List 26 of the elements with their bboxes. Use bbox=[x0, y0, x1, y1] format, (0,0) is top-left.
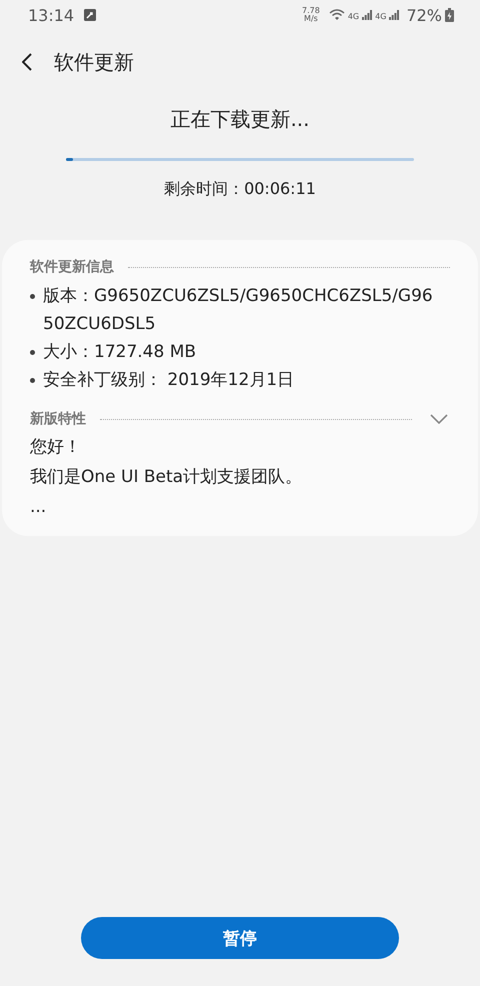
remaining-time: 剩余时间：00:06:11 bbox=[164, 179, 316, 200]
download-status: 正在下载更新... bbox=[170, 106, 310, 133]
page-title: 软件更新 bbox=[54, 48, 134, 76]
section-heading: 新版特性 bbox=[30, 410, 86, 428]
bullet-icon bbox=[30, 378, 35, 383]
info-text: 版本：G9650ZCU6ZSL5/G9650CHC6ZSL5/G9650ZCU6DSL5 bbox=[43, 285, 434, 336]
info-text: 大小：1727.48 MB bbox=[43, 341, 198, 364]
pause-button[interactable]: 暂停 bbox=[81, 917, 399, 959]
battery-icon bbox=[445, 8, 454, 22]
battery-level: 72% bbox=[406, 6, 442, 24]
section-heading: 软件更新信息 bbox=[30, 258, 114, 276]
feature-text: 您好！ bbox=[30, 436, 82, 459]
speed-unit: M/s bbox=[304, 15, 318, 23]
signal-icon bbox=[389, 10, 400, 20]
feature-text: ... bbox=[30, 496, 48, 519]
notification-icon bbox=[84, 9, 96, 21]
feature-text: 我们是One UI Beta计划支援团队。 bbox=[30, 466, 304, 489]
bullet-icon bbox=[30, 350, 35, 355]
clock-time: 13:14 bbox=[28, 6, 74, 24]
speed-value: 7.78 bbox=[302, 7, 320, 15]
network-type: 4G bbox=[348, 12, 360, 20]
network-type: 4G bbox=[375, 12, 386, 20]
info-text: 安全补丁级别： 2019年12月1日 bbox=[43, 369, 296, 392]
signal-icon bbox=[362, 10, 372, 20]
bullet-icon bbox=[30, 294, 35, 299]
wifi-icon bbox=[328, 9, 345, 21]
